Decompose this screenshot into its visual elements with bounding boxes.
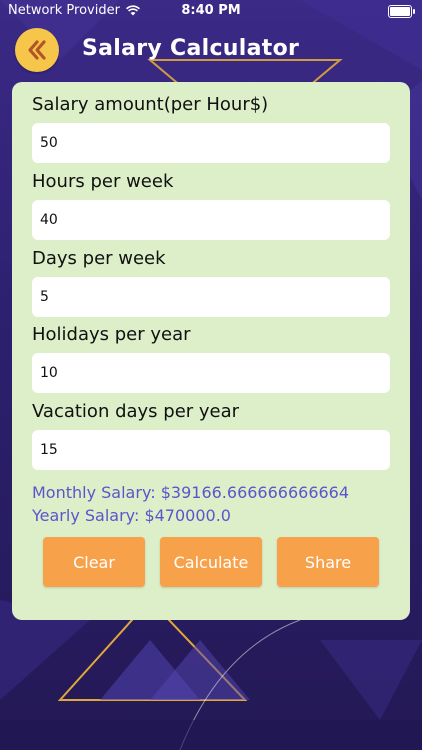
- header: Salary Calculator: [0, 26, 422, 74]
- clear-button[interactable]: Clear: [43, 537, 145, 587]
- holidays-per-year-label: Holidays per year: [32, 324, 191, 345]
- back-button[interactable]: [15, 28, 59, 72]
- page-title: Salary Calculator: [82, 36, 300, 61]
- vacation-days-input[interactable]: [32, 430, 390, 470]
- calculate-button[interactable]: Calculate: [160, 537, 262, 587]
- double-chevron-left-icon: [28, 40, 46, 60]
- calculator-form: Salary amount(per Hour$) Hours per week …: [12, 82, 410, 620]
- hours-per-week-input[interactable]: [32, 200, 390, 240]
- battery-icon: [388, 5, 415, 18]
- status-time: 8:40 PM: [181, 3, 241, 18]
- vacation-days-label: Vacation days per year: [32, 401, 240, 422]
- hours-per-week-label: Hours per week: [32, 171, 174, 192]
- salary-amount-label: Salary amount(per Hour$): [32, 94, 269, 115]
- holidays-per-year-input[interactable]: [32, 353, 390, 393]
- monthly-salary-result: Monthly Salary: $39166.666666666664: [32, 483, 350, 502]
- days-per-week-input[interactable]: [32, 277, 390, 317]
- yearly-salary-result: Yearly Salary: $470000.0: [32, 506, 231, 525]
- share-button[interactable]: Share: [277, 537, 379, 587]
- days-per-week-label: Days per week: [32, 248, 166, 269]
- salary-amount-input[interactable]: [32, 123, 390, 163]
- status-bar: Network Provider 8:40 PM: [0, 0, 422, 22]
